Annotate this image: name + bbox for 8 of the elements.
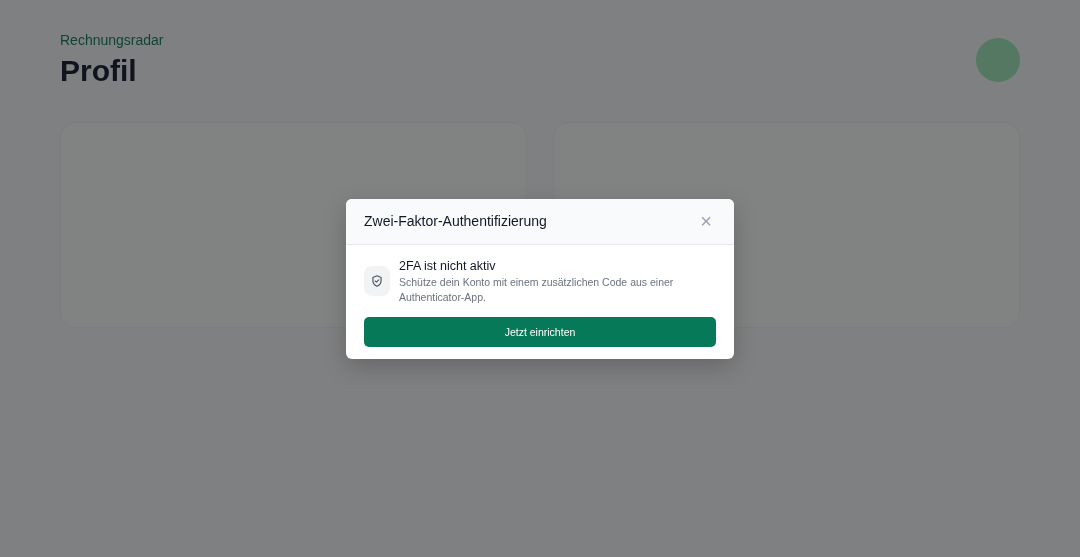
dialog-title: Zwei-Faktor-Authentifizierung <box>364 213 547 229</box>
shield-icon <box>364 265 390 296</box>
brand-name: Rechnungsradar <box>60 32 164 48</box>
status-title: 2FA ist nicht aktiv <box>399 258 497 273</box>
page-title: Profil <box>60 54 138 88</box>
avatar[interactable] <box>976 38 1020 82</box>
status-description: Schütze dein Konto mit einem zusätzlichen Code aus einer Authenticator-App. <box>399 274 675 305</box>
setup-button[interactable]: Jetzt einrichten <box>364 316 716 347</box>
